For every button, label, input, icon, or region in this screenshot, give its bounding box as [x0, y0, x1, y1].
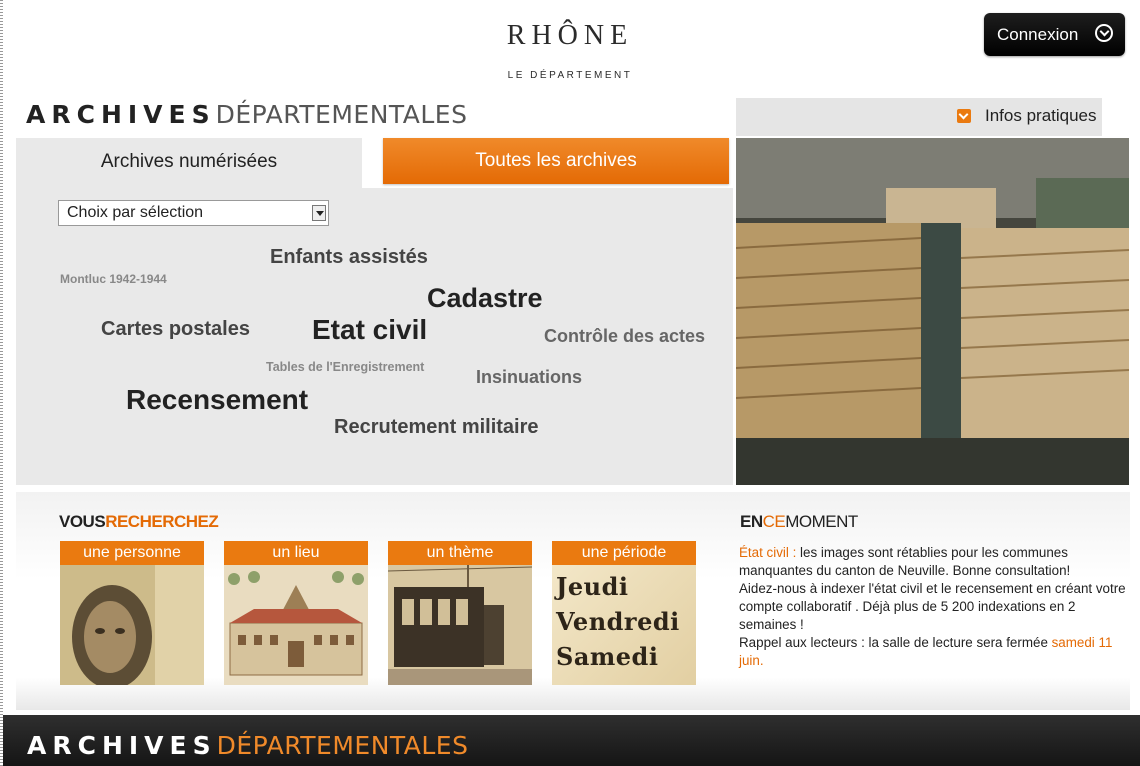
news-text-4: .: [759, 653, 764, 668]
vous-recherchez-part1: VOUS: [59, 512, 106, 531]
tag-recrutement-militaire[interactable]: Recrutement militaire: [334, 416, 539, 439]
tag-montluc[interactable]: Montluc 1942-1944: [60, 272, 167, 286]
tag-enfants-assistes[interactable]: Enfants assistés: [270, 246, 428, 269]
chevron-down-icon: [1095, 24, 1113, 42]
tab-toutes-les-archives[interactable]: Toutes les archives: [383, 138, 729, 184]
footer-title[interactable]: ARCHIVESDÉPARTEMENTALES: [27, 731, 468, 760]
periode-word-vendredi: Vendredi: [556, 607, 680, 636]
category-personne[interactable]: une personne: [60, 541, 204, 685]
category-label: une personne: [60, 541, 204, 565]
tag-tables-enregistrement[interactable]: Tables de l'Enregistrement: [266, 360, 424, 374]
checkbox-icon: [957, 109, 971, 123]
category-label: un lieu: [224, 541, 368, 565]
en-ce-moment-part1: EN: [740, 512, 763, 531]
tab-archives-numerisees[interactable]: Archives numérisées: [16, 138, 362, 188]
archives-drawers-photo: [736, 138, 1129, 485]
page-border: [0, 0, 3, 766]
tag-cadastre[interactable]: Cadastre: [427, 283, 543, 314]
category-lieu[interactable]: un lieu: [224, 541, 368, 685]
selection-dropdown-value: Choix par sélection: [67, 204, 204, 221]
category-theme[interactable]: un thème: [388, 541, 532, 685]
news-text-3: Rappel aux lecteurs : la salle de lectur…: [739, 635, 1052, 650]
tag-recensement[interactable]: Recensement: [126, 384, 308, 416]
vous-recherchez-heading: VOUSRECHERCHEZ: [59, 512, 219, 532]
infos-pratiques-bar[interactable]: Infos pratiques: [736, 98, 1102, 136]
footer-title-strong: ARCHIVES: [27, 731, 217, 760]
site-title-strong: ARCHIVES: [26, 100, 216, 129]
login-button[interactable]: Connexion: [984, 13, 1125, 56]
login-label: Connexion: [997, 25, 1079, 44]
category-label: un thème: [388, 541, 532, 565]
abbey-drawing-icon: [224, 565, 368, 685]
category-periode[interactable]: une période Jeudi Vendredi Samedi: [552, 541, 696, 685]
news-block: État civil : les images sont rétablies p…: [739, 544, 1131, 670]
en-ce-moment-part2: CE: [762, 512, 786, 531]
footer-title-light: DÉPARTEMENTALES: [216, 731, 469, 760]
portrait-photo-icon: [60, 565, 204, 685]
en-ce-moment-heading: ENCEMOMENT: [740, 512, 858, 532]
tag-insinuations[interactable]: Insinuations: [476, 367, 582, 388]
vous-recherchez-part2: RECHERCHEZ: [105, 512, 219, 531]
tag-etat-civil[interactable]: Etat civil: [312, 314, 427, 346]
selection-dropdown[interactable]: Choix par sélection: [58, 200, 329, 226]
infos-pratiques-label: Infos pratiques: [985, 106, 1097, 125]
en-ce-moment-part3: MOMENT: [785, 512, 858, 531]
rhone-logo[interactable]: RHÔNE LE DÉPARTEMENT: [470, 6, 670, 86]
periode-word-samedi: Samedi: [556, 642, 659, 671]
tram-photo-icon: [388, 565, 532, 685]
tag-cartes-postales[interactable]: Cartes postales: [101, 318, 250, 341]
footer-bar: ARCHIVESDÉPARTEMENTALES: [3, 715, 1140, 766]
site-title[interactable]: ARCHIVESDÉPARTEMENTALES: [26, 100, 467, 129]
periode-word-jeudi: Jeudi: [556, 572, 629, 601]
news-link-etat-civil[interactable]: État civil :: [739, 545, 796, 560]
logo-name: RHÔNE: [506, 20, 634, 51]
dropdown-arrow-icon: [312, 205, 326, 221]
category-label: une période: [552, 541, 696, 565]
site-title-light: DÉPARTEMENTALES: [215, 100, 468, 129]
news-text-2: Aidez-nous à indexer l'état civil et le …: [739, 581, 1126, 632]
logo-subtitle: LE DÉPARTEMENT: [507, 70, 633, 81]
tag-controle-des-actes[interactable]: Contrôle des actes: [544, 326, 705, 347]
days-text-icon: Jeudi Vendredi Samedi: [552, 565, 696, 685]
